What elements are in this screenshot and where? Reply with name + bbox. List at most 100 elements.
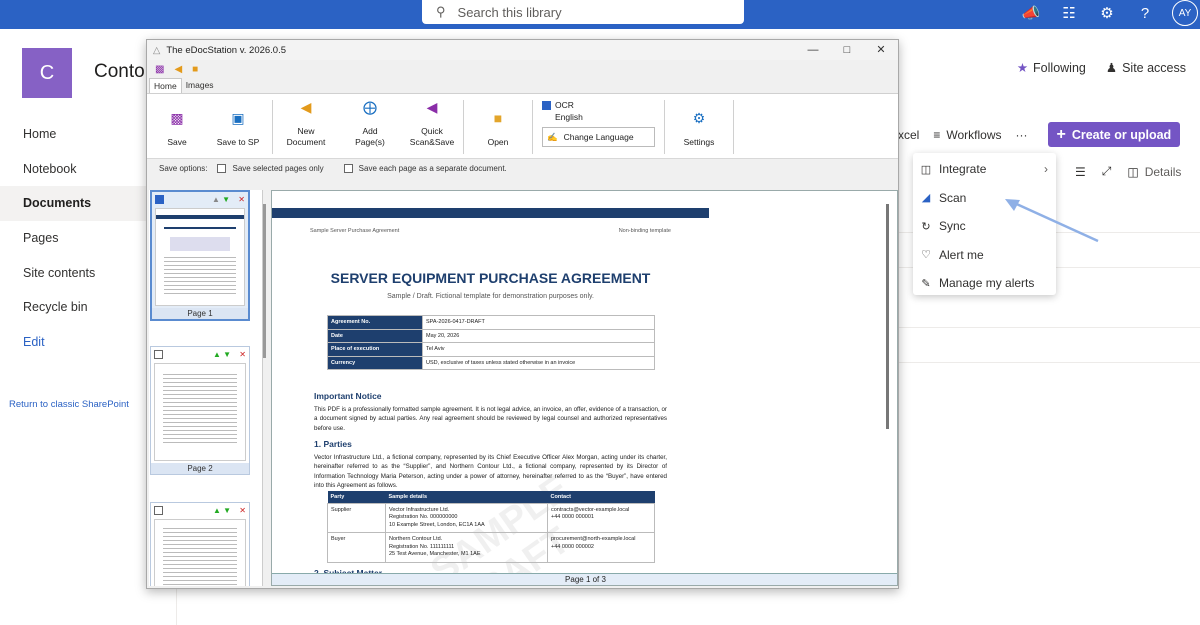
integrate-icon: ◫ [920,163,932,176]
thumbnail-page-3[interactable]: ▲ ▼ ✕ [150,502,250,586]
parties-heading: 1. Parties [314,439,352,449]
help-icon[interactable]: ? [1126,5,1164,22]
new-document-button[interactable]: ◀ New Document [276,96,336,158]
detail-line: 25 Test Avenue, Manchester, M1 1AE [389,551,481,557]
minimize-button[interactable]: — [796,40,830,60]
thumbnail-scrollbar[interactable] [263,204,266,358]
contact-line: contracts@vector-example.local [551,506,630,513]
move-up-icon[interactable]: ▲ [212,195,220,204]
details-cell: Vector Infrastructure Ltd. Registration N… [385,502,548,533]
save-options-label: Save options: [159,163,208,173]
meta-value: SPA-2026-0417-DRAFT [422,315,655,330]
meta-key: Agreement No. [327,315,423,330]
window-titlebar: △ The eDocStation v. 2026.0.5 — □ ✕ [147,40,898,60]
suite-header: ⚲ Search this library 📣 ☷ ⚙ ? AY [0,0,1200,29]
delete-icon[interactable]: ✕ [239,350,246,359]
list-divider [880,362,1200,363]
meta-key: Currency [327,355,423,370]
settings-gears-icon: ⚙ [692,109,706,126]
thumbnail-image [154,519,246,586]
menu-integrate[interactable]: ◫ Integrate › [913,155,1056,184]
page-header-band [272,208,709,218]
open-button[interactable]: ■ Open [467,96,529,158]
save-to-sp-button[interactable]: ▣ Save to SP [207,96,269,158]
workflows-button[interactable]: ≡ Workflows [933,128,1001,142]
tab-images[interactable]: Images [182,78,218,93]
quick-scan-icon: ◀ [426,98,438,115]
page-status-bar: Page 1 of 3 [272,573,897,585]
thumb-checkbox[interactable] [154,505,163,515]
maximize-button[interactable]: □ [830,40,864,60]
notice-heading: Important Notice [314,391,382,401]
viewer-scrollbar[interactable] [886,204,889,429]
settings-button[interactable]: ⚙ Settings [668,96,730,158]
folder-icon: ■ [493,109,503,126]
tab-home[interactable]: Home [149,78,182,93]
gear-icon[interactable]: ⚙ [1088,4,1126,22]
thumbnail-label: Page 2 [151,463,249,474]
network-icon[interactable]: ☷ [1050,4,1088,22]
qat-new-icon[interactable]: ◀ [174,64,182,75]
detail-line: Vector Infrastructure Ltd. [389,506,450,513]
save-selected-checkbox[interactable] [217,163,227,173]
doc-title: SERVER EQUIPMENT PURCHASE AGREEMENT [330,270,651,286]
menu-manage-alerts[interactable]: ✎ Manage my alerts [913,269,1056,298]
delete-icon[interactable]: ✕ [239,506,246,515]
table-row: Date May 20, 2026 [327,328,655,343]
site-title[interactable]: Conto [94,61,145,83]
thumbnail-page-1[interactable]: ▲ ▼ ✕ Page 1 [150,190,250,321]
save-button[interactable]: ▩ Save [147,96,207,158]
contact-line: +44 0000 000002 [551,543,594,550]
move-down-icon[interactable]: ▼ [223,506,231,515]
following-button[interactable]: ★ Following [1016,60,1086,76]
ribbon-tabs: Home Images [147,78,898,94]
search-box[interactable]: ⚲ Search this library [422,0,744,24]
move-down-icon[interactable]: ▼ [223,350,231,359]
move-up-icon[interactable]: ▲ [213,350,221,359]
agreement-meta-table: Agreement No. SPA-2026-0417-DRAFT Date May… [327,315,655,370]
table-header: Contact [547,491,655,503]
star-icon: ★ [1016,61,1029,75]
return-classic-link[interactable]: Return to classic SharePoint [9,399,129,410]
ribbon-separator [463,100,464,154]
ocr-checkbox[interactable] [542,100,551,110]
change-language-button[interactable]: ✍ Change Language [542,127,655,147]
meta-value: Tel Aviv [422,342,655,357]
language-icon: ✍ [547,131,558,142]
detail-line: 10 Example Street, London, EC1A 1AA [389,521,485,528]
thumb-checkbox[interactable] [154,349,163,359]
qat-open-icon[interactable]: ■ [192,64,198,75]
more-button[interactable]: ··· [1016,128,1028,142]
edocstation-window: △ The eDocStation v. 2026.0.5 — □ ✕ ▩ ◀ … [146,39,899,589]
doc-header-right: Non-binding template [618,228,671,234]
thumbnail-page-2[interactable]: ▲ ▼ ✕ Page 2 [150,346,250,475]
filter-icon[interactable]: ☰ [1075,165,1086,179]
workflow-icon: ≡ [933,127,941,142]
list-divider [880,327,1200,328]
ribbon-separator [733,100,734,154]
quick-access-toolbar: ▩ ◀ ■ [147,60,898,78]
table-row: Buyer Northern Contour Ltd. Registration … [327,532,655,563]
doc-header-left: Sample Server Purchase Agreement [310,228,400,234]
thumb-checkbox[interactable] [155,194,164,204]
site-access-button[interactable]: ♟ Site access [1106,60,1186,76]
add-pages-button[interactable]: ⨁ Add Page(s) [336,96,404,158]
user-avatar[interactable]: AY [1172,0,1198,26]
new-document-icon: ◀ [300,98,312,115]
expand-icon[interactable]: ⤢ [1102,164,1112,179]
move-up-icon[interactable]: ▲ [213,506,221,515]
create-upload-button[interactable]: + Create or upload [1047,122,1181,147]
search-icon: ⚲ [436,4,446,19]
floppy-icon: ▩ [170,109,184,126]
delete-icon[interactable]: ✕ [238,195,245,204]
quick-scan-save-button[interactable]: ◀ Quick Scan&Save [404,96,460,158]
details-button[interactable]: ◫ Details [1127,165,1181,179]
close-button[interactable]: ✕ [864,40,898,60]
ribbon-separator [272,100,273,154]
move-down-icon[interactable]: ▼ [222,195,230,204]
window-title: The eDocStation v. 2026.0.5 [166,44,287,56]
save-separate-checkbox[interactable] [343,163,353,173]
search-placeholder: Search this library [457,4,562,20]
qat-save-icon[interactable]: ▩ [155,64,164,75]
megaphone-icon[interactable]: 📣 [1012,4,1050,22]
